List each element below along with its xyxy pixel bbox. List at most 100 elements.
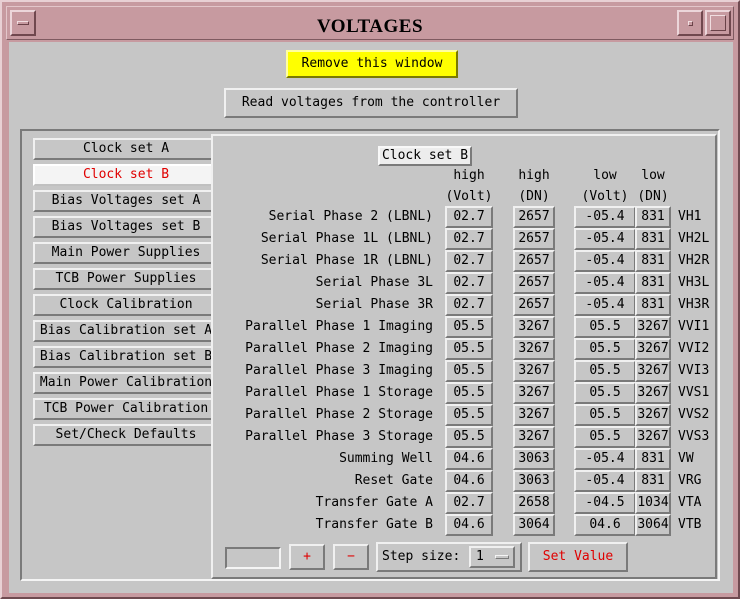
high-dn-field[interactable]: 3267: [513, 382, 555, 404]
high-volt-field[interactable]: 02.7: [445, 228, 493, 250]
tab-bias-voltages-set-b[interactable]: Bias Voltages set B: [33, 216, 219, 238]
low-dn-field[interactable]: 3267: [635, 382, 671, 404]
signal-code: VH3L: [678, 275, 710, 290]
low-volt-field[interactable]: -05.4: [574, 250, 636, 272]
high-volt-field[interactable]: 05.5: [445, 338, 493, 360]
low-volt-field[interactable]: 04.6: [574, 514, 636, 536]
step-size-label: Step size:: [382, 549, 461, 564]
high-volt-field[interactable]: 05.5: [445, 404, 493, 426]
high-volt-field[interactable]: 04.6: [445, 448, 493, 470]
high-volt-field[interactable]: 02.7: [445, 250, 493, 272]
high-volt-field[interactable]: 04.6: [445, 470, 493, 492]
tab-clock-set-a[interactable]: Clock set A: [33, 138, 219, 160]
tab-bias-calibration-set-a[interactable]: Bias Calibration set A: [33, 320, 219, 342]
option-menu-icon: [495, 555, 509, 559]
low-volt-field[interactable]: -05.4: [574, 470, 636, 492]
high-dn-field[interactable]: 2657: [513, 206, 555, 228]
high-dn-field[interactable]: 2657: [513, 272, 555, 294]
row-label: Summing Well: [339, 451, 433, 466]
high-dn-field[interactable]: 2657: [513, 250, 555, 272]
low-dn-field[interactable]: 831: [635, 250, 671, 272]
low-volt-field[interactable]: -05.4: [574, 206, 636, 228]
low-dn-field[interactable]: 3267: [635, 316, 671, 338]
high-volt-field[interactable]: 05.5: [445, 426, 493, 448]
low-dn-field[interactable]: 3267: [635, 360, 671, 382]
set-value-button[interactable]: Set Value: [528, 542, 628, 572]
column-header-bottom: (DN): [637, 189, 669, 204]
high-volt-field[interactable]: 05.5: [445, 360, 493, 382]
column-header-top: low: [641, 168, 665, 183]
low-dn-field[interactable]: 3267: [635, 404, 671, 426]
read-voltages-button[interactable]: Read voltages from the controller: [224, 88, 518, 118]
low-volt-field[interactable]: -05.4: [574, 294, 636, 316]
signal-code: VRG: [678, 473, 702, 488]
tab-bias-calibration-set-b[interactable]: Bias Calibration set B: [33, 346, 219, 368]
tab-main-power-calibration[interactable]: Main Power Calibration: [33, 372, 219, 394]
low-dn-field[interactable]: 831: [635, 228, 671, 250]
low-dn-field[interactable]: 1034: [635, 492, 671, 514]
row-label: Serial Phase 3R: [315, 297, 433, 312]
high-dn-field[interactable]: 3064: [513, 514, 555, 536]
low-volt-field[interactable]: -05.4: [574, 272, 636, 294]
increment-button[interactable]: +: [289, 544, 325, 570]
high-dn-field[interactable]: 3063: [513, 470, 555, 492]
value-input[interactable]: [225, 547, 281, 569]
tab-main-power-supplies[interactable]: Main Power Supplies: [33, 242, 219, 264]
row-label: Parallel Phase 3 Imaging: [245, 363, 433, 378]
title-bar[interactable]: VOLTAGES: [6, 6, 734, 40]
low-volt-field[interactable]: 05.5: [574, 316, 636, 338]
tab-tcb-power-supplies[interactable]: TCB Power Supplies: [33, 268, 219, 290]
low-volt-field[interactable]: 05.5: [574, 338, 636, 360]
low-dn-field[interactable]: 831: [635, 470, 671, 492]
signal-code: VVS3: [678, 429, 710, 444]
high-volt-field[interactable]: 02.7: [445, 206, 493, 228]
panel-title: Clock set B: [378, 146, 472, 166]
maximize-button[interactable]: [705, 10, 731, 36]
low-volt-field[interactable]: -04.5: [574, 492, 636, 514]
tab-bias-voltages-set-a[interactable]: Bias Voltages set A: [33, 190, 219, 212]
low-volt-field[interactable]: 05.5: [574, 382, 636, 404]
low-dn-field[interactable]: 3267: [635, 426, 671, 448]
tab-clock-set-b[interactable]: Clock set B: [33, 164, 219, 186]
low-dn-field[interactable]: 831: [635, 206, 671, 228]
low-volt-field[interactable]: 05.5: [574, 360, 636, 382]
low-dn-field[interactable]: 831: [635, 448, 671, 470]
high-dn-field[interactable]: 3267: [513, 404, 555, 426]
decrement-button[interactable]: −: [333, 544, 369, 570]
high-volt-field[interactable]: 05.5: [445, 316, 493, 338]
high-volt-field[interactable]: 05.5: [445, 382, 493, 404]
step-size-select[interactable]: 1: [469, 546, 515, 568]
low-volt-field[interactable]: 05.5: [574, 426, 636, 448]
high-volt-field[interactable]: 02.7: [445, 272, 493, 294]
low-dn-field[interactable]: 3267: [635, 338, 671, 360]
low-dn-field[interactable]: 831: [635, 272, 671, 294]
remove-window-button[interactable]: Remove this window: [286, 50, 458, 78]
signal-code: VH2R: [678, 253, 710, 268]
signal-code: VVI3: [678, 363, 710, 378]
high-dn-field[interactable]: 3267: [513, 426, 555, 448]
high-dn-field[interactable]: 3267: [513, 360, 555, 382]
tab-tcb-power-calibration[interactable]: TCB Power Calibration: [33, 398, 219, 420]
column-header-bottom: (Volt): [581, 189, 629, 204]
low-volt-field[interactable]: 05.5: [574, 404, 636, 426]
low-dn-field[interactable]: 3064: [635, 514, 671, 536]
high-dn-field[interactable]: 2657: [513, 228, 555, 250]
signal-code: VH2L: [678, 231, 710, 246]
high-dn-field[interactable]: 2657: [513, 294, 555, 316]
column-header-bottom: (DN): [518, 189, 550, 204]
signal-code: VTB: [678, 517, 702, 532]
high-volt-field[interactable]: 04.6: [445, 514, 493, 536]
high-dn-field[interactable]: 3267: [513, 316, 555, 338]
tab-clock-calibration[interactable]: Clock Calibration: [33, 294, 219, 316]
minimize-button[interactable]: [677, 10, 703, 36]
high-dn-field[interactable]: 3267: [513, 338, 555, 360]
high-volt-field[interactable]: 02.7: [445, 294, 493, 316]
high-dn-field[interactable]: 2658: [513, 492, 555, 514]
low-volt-field[interactable]: -05.4: [574, 448, 636, 470]
high-volt-field[interactable]: 02.7: [445, 492, 493, 514]
low-volt-field[interactable]: -05.4: [574, 228, 636, 250]
high-dn-field[interactable]: 3063: [513, 448, 555, 470]
low-dn-field[interactable]: 831: [635, 294, 671, 316]
row-label: Serial Phase 3L: [315, 275, 433, 290]
tab-set-check-defaults[interactable]: Set/Check Defaults: [33, 424, 219, 446]
